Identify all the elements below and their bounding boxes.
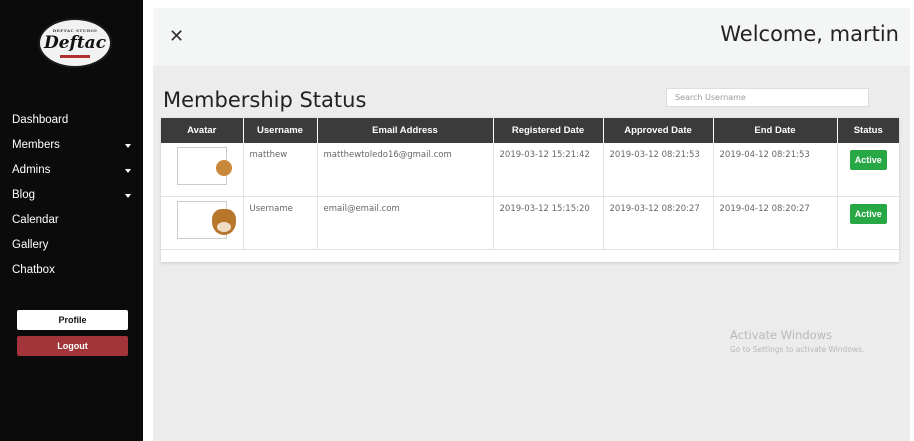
caret-down-icon bbox=[125, 169, 131, 173]
sidebar-item-label: Blog bbox=[12, 189, 36, 201]
end-date-cell: 2019-04-12 08:20:27 bbox=[713, 196, 838, 250]
column-header-end-date[interactable]: End Date bbox=[713, 118, 838, 143]
logo-text: Deftac bbox=[43, 33, 107, 53]
email-cell: matthewtoledo16@gmail.com bbox=[317, 143, 494, 197]
watermark-title: Activate Windows bbox=[730, 328, 833, 342]
search-username-input[interactable] bbox=[666, 88, 869, 107]
content-panel: Membership Status Avatar Username Email … bbox=[153, 66, 910, 441]
close-icon[interactable]: ✕ bbox=[169, 27, 184, 47]
column-header-approved-date[interactable]: Approved Date bbox=[603, 118, 714, 143]
caret-down-icon bbox=[125, 194, 131, 198]
table-row: Username email@email.com 2019-03-12 15:1… bbox=[161, 196, 899, 250]
profile-button[interactable]: Profile bbox=[17, 310, 128, 330]
registered-date-cell: 2019-03-12 15:15:20 bbox=[493, 196, 604, 250]
welcome-message: Welcome, martin bbox=[720, 22, 899, 46]
main-area: ✕ Welcome, martin Membership Status Avat… bbox=[143, 0, 914, 441]
avatar-cell bbox=[161, 196, 244, 250]
end-date-cell: 2019-04-12 08:21:53 bbox=[713, 143, 838, 197]
column-header-username[interactable]: Username bbox=[243, 118, 318, 143]
membership-table: Avatar Username Email Address Registered… bbox=[161, 118, 899, 262]
sidebar-item-chatbox[interactable]: Chatbox bbox=[0, 258, 143, 283]
logo-accent bbox=[60, 55, 90, 58]
sidebar-item-label: Chatbox bbox=[12, 264, 55, 276]
sidebar-item-blog[interactable]: Blog bbox=[0, 183, 143, 208]
deftac-logo[interactable]: DEFTAC STUDIO Deftac bbox=[38, 18, 112, 68]
table-row: matthew matthewtoledo16@gmail.com 2019-0… bbox=[161, 143, 899, 197]
column-header-avatar[interactable]: Avatar bbox=[161, 118, 244, 143]
logout-button[interactable]: Logout bbox=[17, 336, 128, 356]
status-badge[interactable]: Active bbox=[849, 150, 887, 170]
avatar-cell bbox=[161, 143, 244, 197]
status-badge[interactable]: Active bbox=[849, 203, 887, 224]
table-header-row: Avatar Username Email Address Registered… bbox=[161, 118, 899, 143]
caret-down-icon bbox=[125, 144, 131, 148]
status-cell: Active bbox=[837, 196, 899, 250]
sidebar-item-label: Admins bbox=[12, 164, 51, 176]
logo-subtext: DEFTAC STUDIO bbox=[52, 28, 98, 33]
username-cell: Username bbox=[243, 196, 318, 250]
approved-date-cell: 2019-03-12 08:21:53 bbox=[603, 143, 714, 197]
approved-date-cell: 2019-03-12 08:20:27 bbox=[603, 196, 714, 250]
top-header: ✕ Welcome, martin bbox=[153, 8, 910, 66]
avatar[interactable] bbox=[176, 147, 232, 185]
status-cell: Active bbox=[837, 143, 899, 197]
sidebar-item-members[interactable]: Members bbox=[0, 133, 143, 158]
column-header-status[interactable]: Status bbox=[837, 118, 899, 143]
sidebar: DEFTAC STUDIO Deftac Dashboard Members A… bbox=[0, 0, 143, 441]
sidebar-item-label: Gallery bbox=[12, 239, 49, 251]
avatar[interactable] bbox=[176, 200, 236, 239]
page-title: Membership Status bbox=[163, 88, 367, 112]
column-header-email[interactable]: Email Address bbox=[317, 118, 494, 143]
sidebar-item-label: Dashboard bbox=[12, 114, 69, 126]
username-cell: matthew bbox=[243, 143, 318, 197]
sidebar-item-label: Members bbox=[12, 139, 60, 151]
sidebar-item-admins[interactable]: Admins bbox=[0, 158, 143, 183]
sidebar-item-label: Calendar bbox=[12, 214, 59, 226]
activate-windows-watermark: Activate Windows Go to Settings to activ… bbox=[730, 328, 864, 354]
sidebar-item-calendar[interactable]: Calendar bbox=[0, 208, 143, 233]
sidebar-item-dashboard[interactable]: Dashboard bbox=[0, 108, 143, 133]
sidebar-item-gallery[interactable]: Gallery bbox=[0, 233, 143, 258]
registered-date-cell: 2019-03-12 15:21:42 bbox=[493, 143, 604, 197]
column-header-registered-date[interactable]: Registered Date bbox=[493, 118, 604, 143]
sidebar-nav: Dashboard Members Admins Blog Calendar G… bbox=[0, 108, 143, 283]
email-cell: email@email.com bbox=[317, 196, 494, 250]
watermark-subtitle: Go to Settings to activate Windows. bbox=[730, 345, 865, 354]
